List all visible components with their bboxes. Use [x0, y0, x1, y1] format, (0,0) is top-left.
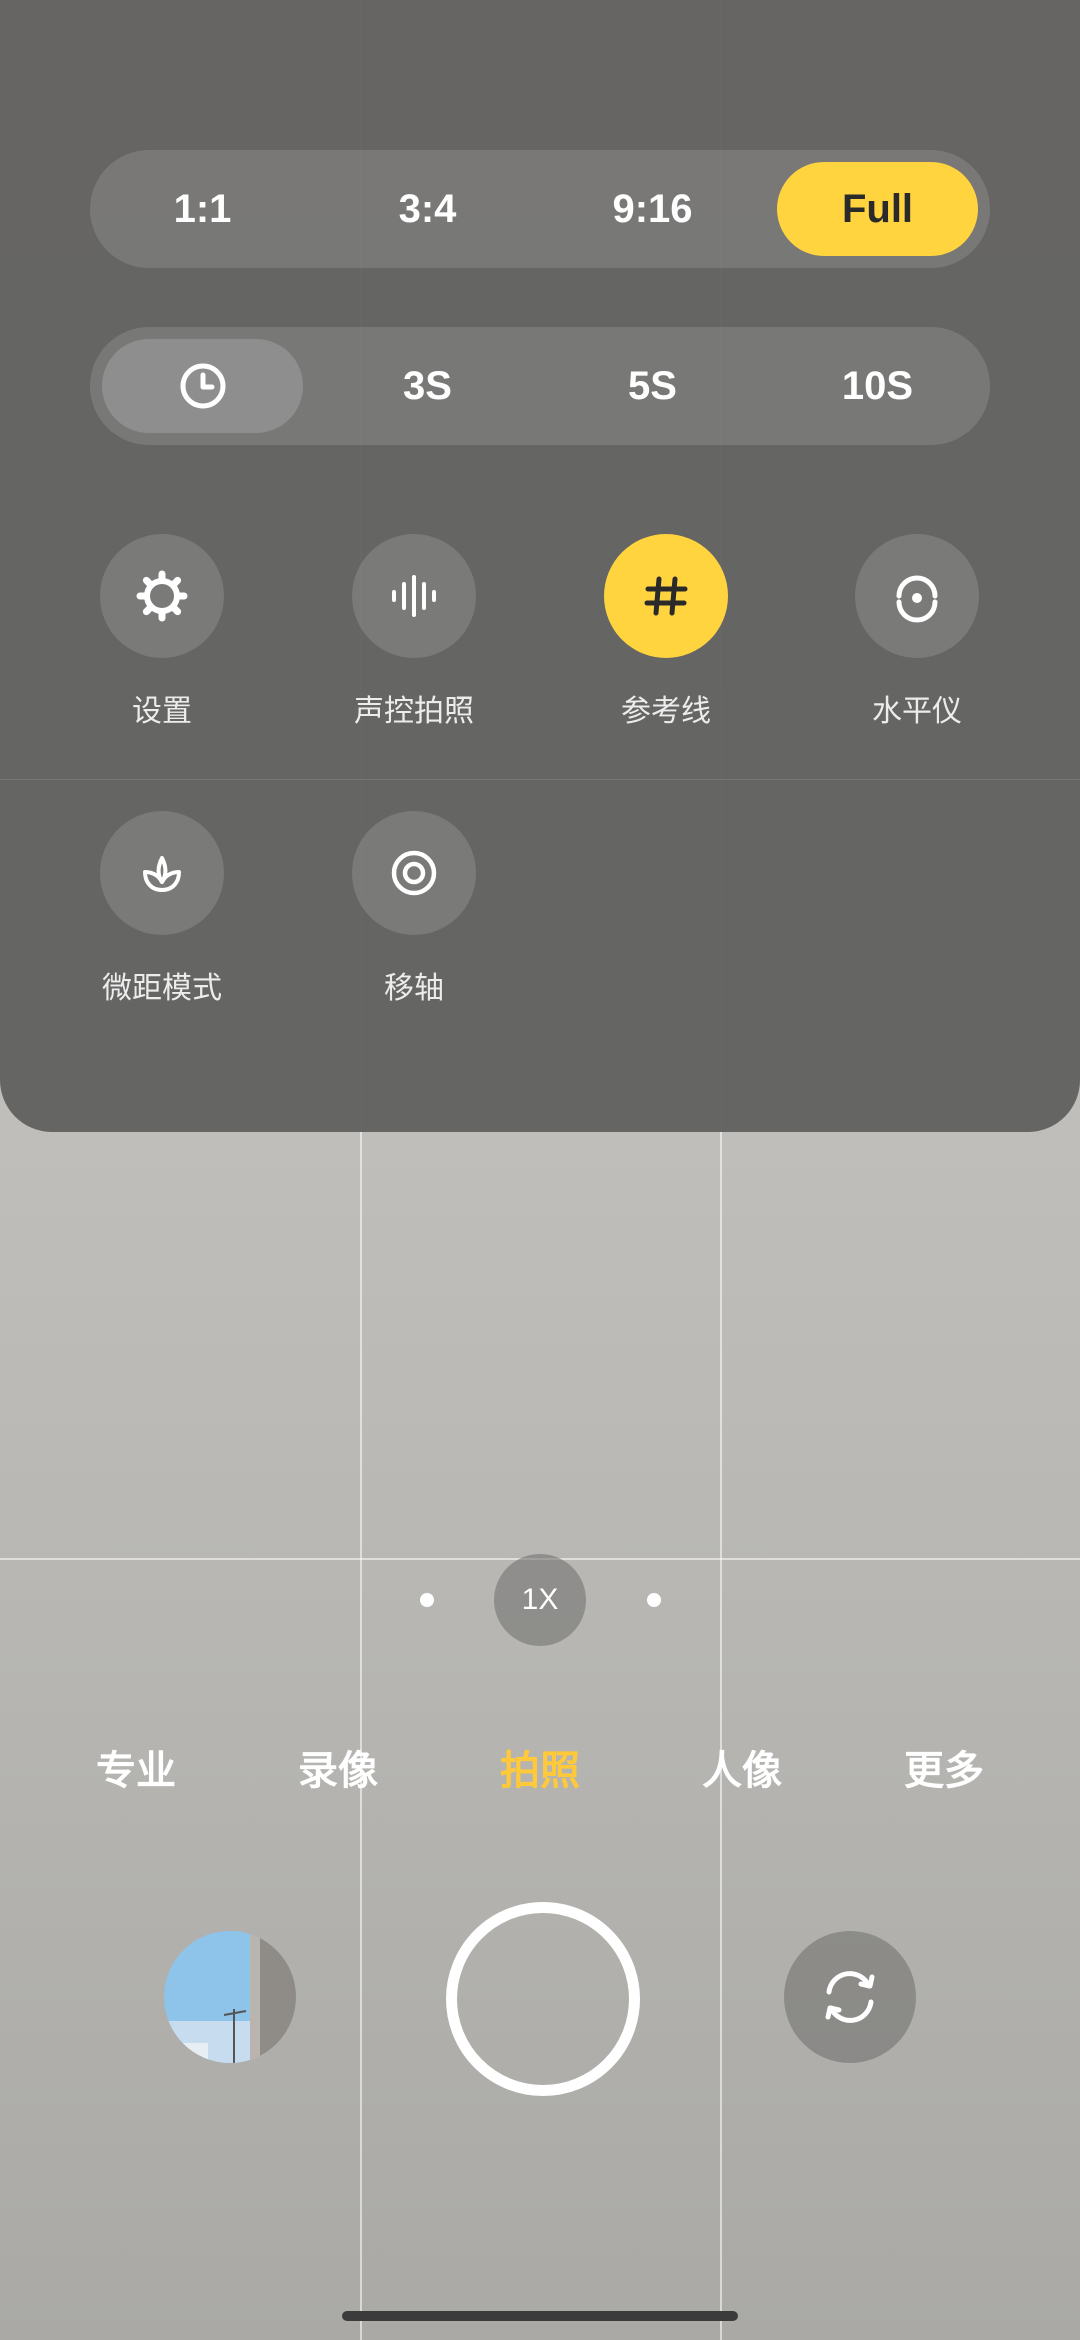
quick-settings-panel: 1:1 3:4 9:16 Full 3S 5S 10S 设置 声控拍照 参考线 … — [0, 0, 1080, 1132]
aspect-option-full[interactable]: Full — [777, 162, 978, 256]
gallery-preview-image — [164, 1931, 296, 2063]
divider — [0, 779, 1080, 780]
timer-selector: 3S 5S 10S — [90, 327, 990, 445]
tool-label: 设置 — [132, 695, 192, 728]
gallery-thumbnail[interactable] — [164, 1931, 296, 2063]
soundwave-icon — [392, 575, 436, 617]
grid-hash-icon — [644, 576, 688, 616]
level-icon — [896, 575, 938, 623]
mode-portrait[interactable]: 人像 — [662, 1738, 822, 1796]
mode-video[interactable]: 录像 — [258, 1738, 418, 1796]
zoom-level-dot[interactable] — [647, 1593, 661, 1607]
tool-label: 移轴 — [384, 972, 444, 1005]
tool-tilt-shift[interactable]: 移轴 — [304, 811, 524, 1007]
timer-3s[interactable]: 3S — [327, 339, 528, 433]
aspect-ratio-selector: 1:1 3:4 9:16 Full — [90, 150, 990, 268]
grid-lines-button[interactable] — [604, 534, 728, 658]
gear-icon — [136, 570, 188, 622]
macro-button[interactable] — [100, 811, 224, 935]
mode-more[interactable]: 更多 — [864, 1738, 1024, 1796]
timer-10s[interactable]: 10S — [777, 339, 978, 433]
timer-off-button[interactable] — [102, 339, 303, 433]
tool-settings[interactable]: 设置 — [52, 534, 272, 730]
zoom-level-dot[interactable] — [420, 1593, 434, 1607]
home-indicator[interactable] — [342, 2311, 738, 2321]
aspect-option-3-4[interactable]: 3:4 — [327, 162, 528, 256]
tool-level[interactable]: 水平仪 — [807, 534, 1027, 730]
shutter-button[interactable] — [446, 1902, 640, 2096]
tilt-shift-icon — [391, 850, 437, 896]
tool-macro[interactable]: 微距模式 — [52, 811, 272, 1007]
tool-label: 参考线 — [621, 695, 711, 728]
timer-5s[interactable]: 5S — [552, 339, 753, 433]
tool-label: 声控拍照 — [354, 695, 474, 728]
aspect-option-9-16[interactable]: 9:16 — [552, 162, 753, 256]
clock-icon — [180, 363, 225, 409]
level-button[interactable] — [855, 534, 979, 658]
tool-grid-lines[interactable]: 参考线 — [556, 534, 776, 730]
switch-camera-button[interactable] — [784, 1931, 916, 2063]
tool-voice-capture[interactable]: 声控拍照 — [304, 534, 524, 730]
settings-button[interactable] — [100, 534, 224, 658]
tool-label: 水平仪 — [872, 695, 962, 728]
switch-camera-icon — [825, 1971, 875, 2023]
tilt-shift-button[interactable] — [352, 811, 476, 935]
aspect-option-1-1[interactable]: 1:1 — [102, 162, 303, 256]
mode-pro[interactable]: 专业 — [56, 1738, 216, 1796]
zoom-button[interactable]: 1X — [494, 1554, 586, 1646]
flower-icon — [143, 856, 181, 892]
voice-capture-button[interactable] — [352, 534, 476, 658]
tool-label: 微距模式 — [102, 972, 222, 1005]
mode-photo[interactable]: 拍照 — [460, 1738, 620, 1796]
